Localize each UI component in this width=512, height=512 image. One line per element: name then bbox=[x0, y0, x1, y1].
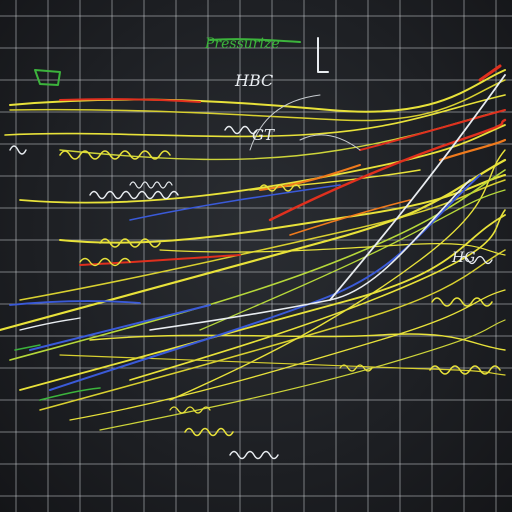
scribble-annotation bbox=[431, 297, 493, 307]
scribble-annotation bbox=[184, 427, 234, 437]
scribble-annotation bbox=[59, 150, 171, 160]
chalkboard-canvas: Pressurize HBC GT HG bbox=[0, 0, 512, 512]
right-mark: HG bbox=[451, 250, 475, 266]
scribble-annotation bbox=[169, 406, 211, 414]
scribbles-layer: Pressurize HBC GT HG bbox=[9, 36, 501, 460]
title-scribble: Pressurize bbox=[204, 36, 280, 52]
scribble-annotation bbox=[229, 450, 279, 460]
scribble-annotation bbox=[129, 181, 173, 189]
scribble-annotation bbox=[9, 145, 27, 155]
scribble-annotation bbox=[259, 184, 301, 192]
top-mark: HBC bbox=[234, 71, 273, 90]
scribble-annotation bbox=[89, 190, 179, 200]
scribble-annotation bbox=[99, 238, 161, 248]
scribble-annotation bbox=[339, 364, 373, 372]
mid-mark: GT bbox=[252, 126, 275, 144]
scribble-annotation bbox=[79, 257, 131, 267]
scribble-annotation bbox=[429, 365, 501, 375]
